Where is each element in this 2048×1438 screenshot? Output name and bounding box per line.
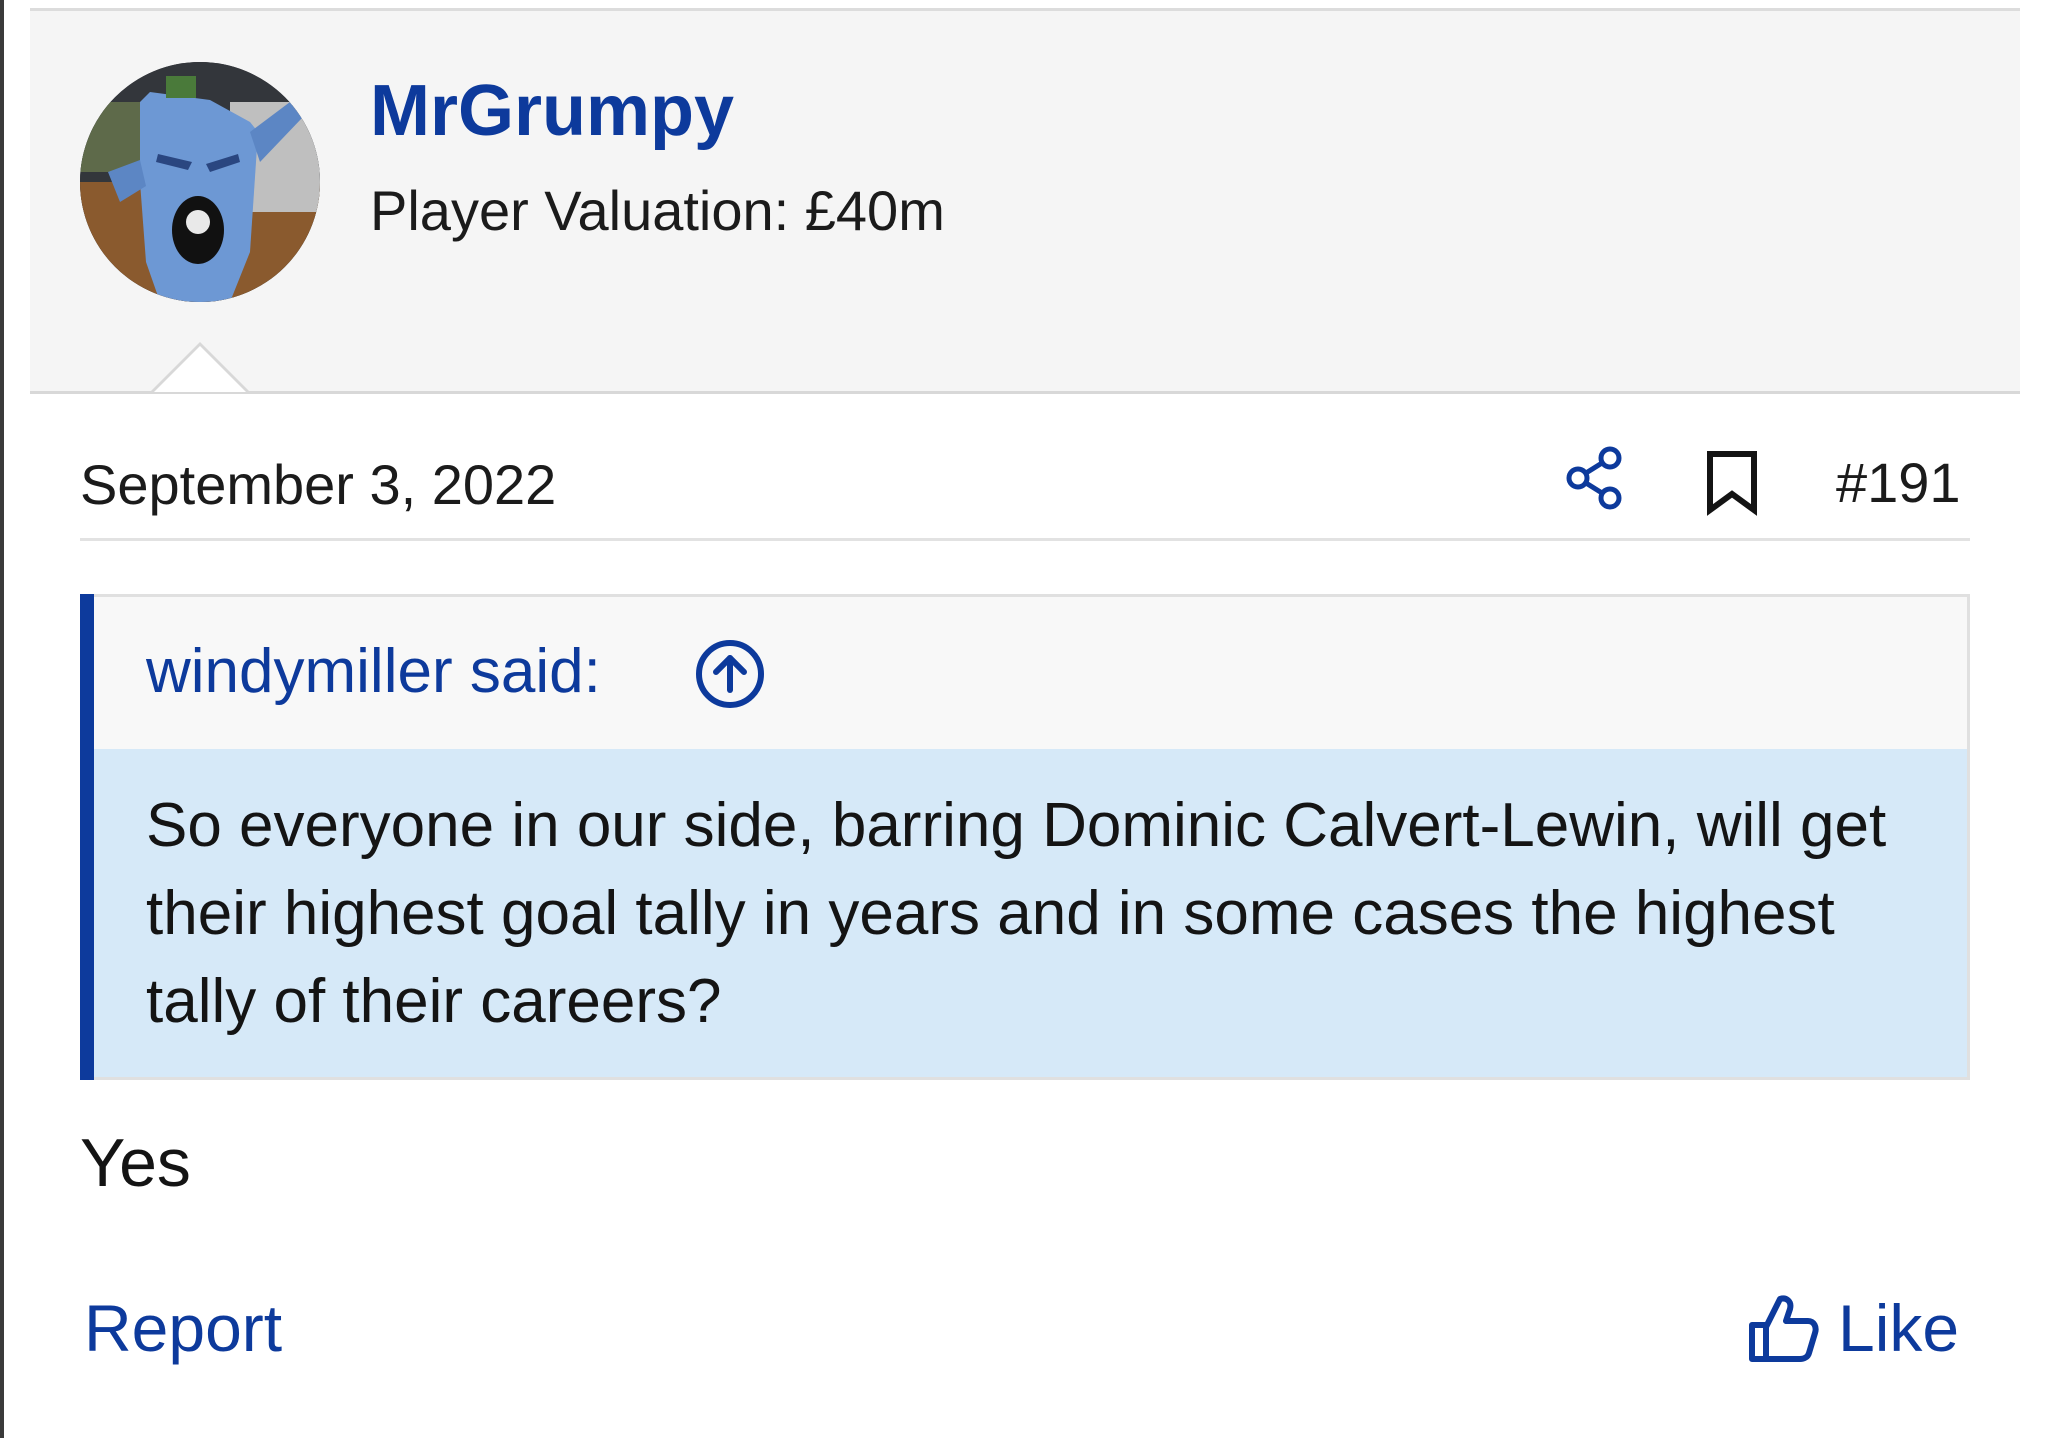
post-container: MrGrumpy Player Valuation: £40m Septembe… [0, 0, 2048, 1438]
quote-accent-bar [80, 594, 94, 1080]
post-author-header [30, 11, 2020, 394]
meta-divider [80, 538, 1970, 541]
thumbs-up-icon [1749, 1295, 1819, 1362]
author-username[interactable]: MrGrumpy [370, 70, 734, 152]
share-icon[interactable] [1562, 444, 1630, 512]
avatar-image [80, 62, 320, 302]
header-pointer [154, 346, 246, 392]
quote-attribution[interactable]: windymiller said: [146, 636, 601, 707]
left-border [0, 0, 4, 1438]
avatar[interactable] [80, 62, 320, 302]
post-body-text: Yes [80, 1125, 191, 1201]
quote-text: So everyone in our side, barring Dominic… [146, 791, 1887, 1036]
post-date[interactable]: September 3, 2022 [80, 452, 556, 517]
report-link[interactable]: Report [84, 1290, 282, 1366]
post-number[interactable]: #191 [1836, 450, 1961, 515]
bookmark-icon[interactable] [1700, 448, 1764, 516]
arrow-up-circle-icon[interactable] [694, 638, 766, 710]
like-label: Like [1838, 1291, 1960, 1365]
like-button[interactable]: Like [1746, 1288, 1959, 1368]
author-valuation: Player Valuation: £40m [370, 179, 945, 242]
